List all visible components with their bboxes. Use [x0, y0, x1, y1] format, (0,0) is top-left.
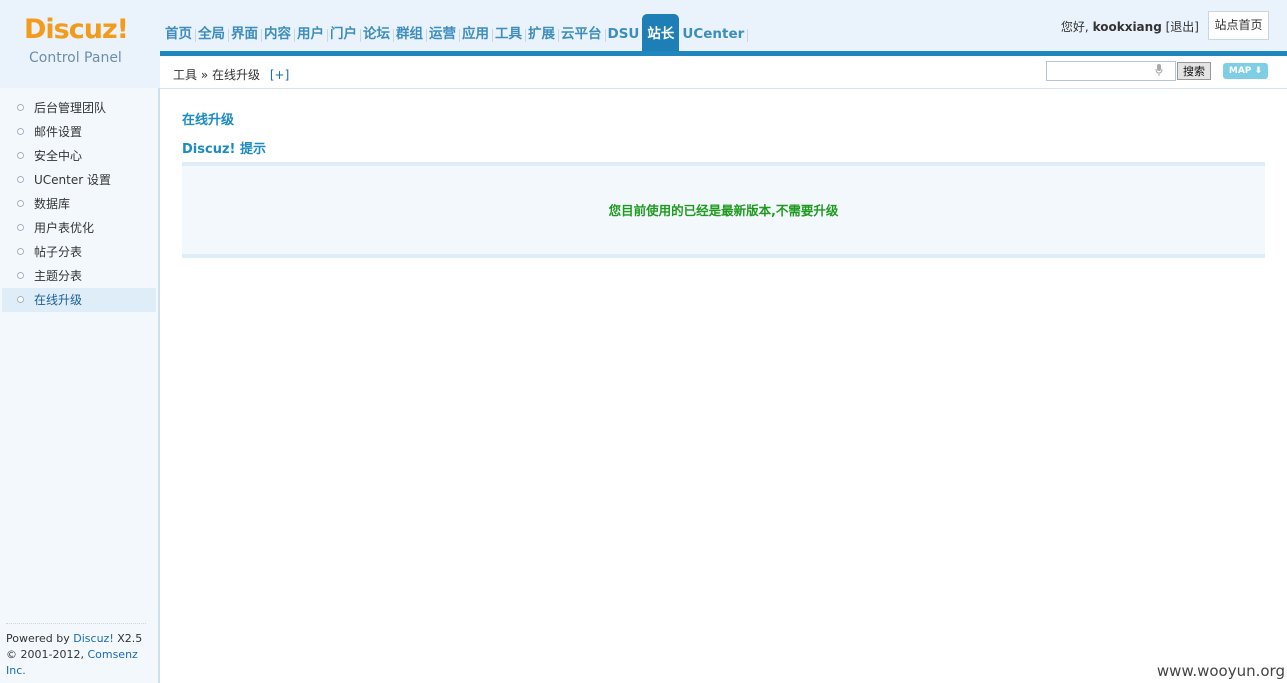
user-box: 您好, kookxiang [退出] — [1061, 18, 1199, 35]
sidebar-item-mail[interactable]: 邮件设置 — [2, 120, 156, 144]
map-label: MAP — [1228, 66, 1252, 76]
info-box: 您目前使用的已经是最新版本,不需要升级 — [182, 162, 1265, 258]
logo-subtitle: Control Panel — [29, 50, 122, 66]
sidebar-item-ucenter-settings[interactable]: UCenter 设置 — [2, 168, 156, 192]
nav-item-forum[interactable]: 论坛 — [360, 14, 394, 52]
powered-by: Powered by Discuz! X2.5 — [6, 631, 158, 647]
breadcrumb: 工具 » 在线升级 [+] — [173, 66, 289, 83]
sidebar-item-user-table[interactable]: 用户表优化 — [2, 216, 156, 240]
nav-item-users[interactable]: 用户 — [294, 14, 328, 52]
sidebar-menu: 后台管理团队 邮件设置 安全中心 UCenter 设置 数据库 用户表优化 帖子… — [0, 88, 158, 312]
sidebar-item-label: 在线升级 — [34, 293, 83, 307]
copyright: © 2001-2012, Comsenz Inc. — [6, 647, 158, 679]
nav-item-tools[interactable]: 工具 — [492, 14, 526, 52]
nav-item-plugins[interactable]: 扩展 — [525, 14, 559, 52]
sidebar-item-post-split[interactable]: 帖子分表 — [2, 240, 156, 264]
sidebar-item-label: 安全中心 — [34, 149, 83, 163]
nav-item-founder[interactable]: 站长 — [642, 14, 680, 52]
map-button[interactable]: MAP ⬇ — [1223, 63, 1268, 79]
bullet-icon — [17, 152, 24, 159]
nav-item-apps[interactable]: 应用 — [459, 14, 493, 52]
copyright-prefix: © 2001-2012, — [6, 648, 84, 661]
logout-link[interactable]: [退出] — [1166, 20, 1199, 34]
breadcrumb-section[interactable]: 工具 — [173, 68, 197, 82]
powered-prefix: Powered by — [6, 632, 70, 645]
tip-title: Discuz! 提示 — [182, 142, 266, 157]
sidebar: 后台管理团队 邮件设置 安全中心 UCenter 设置 数据库 用户表优化 帖子… — [0, 88, 160, 683]
footer-divider — [6, 623, 146, 624]
main-content: 在线升级 Discuz! 提示 您目前使用的已经是最新版本,不需要升级 — [162, 89, 1287, 683]
sidebar-item-label: 帖子分表 — [34, 245, 83, 259]
nav-item-portal[interactable]: 门户 — [327, 14, 361, 52]
bullet-icon — [17, 296, 24, 303]
sidebar-item-label: 后台管理团队 — [34, 101, 107, 115]
search-button[interactable]: 搜索 — [1177, 62, 1211, 80]
bullet-icon — [17, 200, 24, 207]
bullet-icon — [17, 104, 24, 111]
nav-item-global[interactable]: 全局 — [195, 14, 229, 52]
nav-item-ucenter[interactable]: UCenter — [679, 14, 749, 52]
nav-item-content[interactable]: 内容 — [261, 14, 295, 52]
nav-item-cloud[interactable]: 云平台 — [558, 14, 605, 52]
add-shortcut-link[interactable]: [+] — [270, 68, 289, 82]
sidebar-item-security[interactable]: 安全中心 — [2, 144, 156, 168]
bullet-icon — [17, 128, 24, 135]
discuz-link[interactable]: Discuz! — [73, 632, 113, 645]
sidebar-item-upgrade[interactable]: 在线升级 — [2, 288, 156, 312]
header: 首页 全局 界面 内容 用户 门户 论坛 群组 运营 应用 工具 扩展 云平台 … — [0, 0, 1287, 56]
sidebar-item-admin-team[interactable]: 后台管理团队 — [2, 96, 156, 120]
nav-item-operation[interactable]: 运营 — [426, 14, 460, 52]
sidebar-footer: Powered by Discuz! X2.5 © 2001-2012, Com… — [6, 623, 158, 679]
sub-bar: 工具 » 在线升级 [+] 搜索 MAP ⬇ — [160, 56, 1287, 89]
logo[interactable]: Discuz! Control Panel — [0, 0, 160, 88]
arrow-down-icon: ⬇ — [1254, 66, 1263, 76]
sidebar-item-label: 数据库 — [34, 197, 71, 211]
sidebar-item-label: 主题分表 — [34, 269, 83, 283]
breadcrumb-page: 在线升级 — [212, 68, 261, 82]
greeting: 您好, — [1060, 20, 1089, 34]
bullet-icon — [17, 248, 24, 255]
version: X2.5 — [117, 632, 143, 645]
bullet-icon — [17, 176, 24, 183]
sidebar-item-label: 邮件设置 — [34, 125, 83, 139]
sidebar-item-label: UCenter 设置 — [34, 173, 111, 187]
status-message: 您目前使用的已经是最新版本,不需要升级 — [608, 203, 839, 218]
page-title: 在线升级 — [182, 113, 235, 128]
nav-item-home[interactable]: 首页 — [162, 14, 196, 52]
main-nav: 首页 全局 界面 内容 用户 门户 论坛 群组 运营 应用 工具 扩展 云平台 … — [162, 14, 749, 52]
username: kookxiang — [1092, 20, 1162, 34]
logo-brand: Discuz! — [24, 14, 129, 45]
sidebar-item-thread-split[interactable]: 主题分表 — [2, 264, 156, 288]
breadcrumb-separator: » — [200, 68, 209, 82]
bullet-icon — [17, 224, 24, 231]
nav-item-group[interactable]: 群组 — [393, 14, 427, 52]
nav-item-style[interactable]: 界面 — [228, 14, 262, 52]
nav-item-dsu[interactable]: DSU — [605, 14, 644, 52]
sidebar-item-label: 用户表优化 — [34, 221, 95, 235]
watermark: www.wooyun.org — [1156, 662, 1285, 680]
microphone-icon[interactable] — [1155, 64, 1163, 76]
site-home-button[interactable]: 站点首页 — [1208, 11, 1269, 40]
sidebar-item-database[interactable]: 数据库 — [2, 192, 156, 216]
bullet-icon — [17, 272, 24, 279]
